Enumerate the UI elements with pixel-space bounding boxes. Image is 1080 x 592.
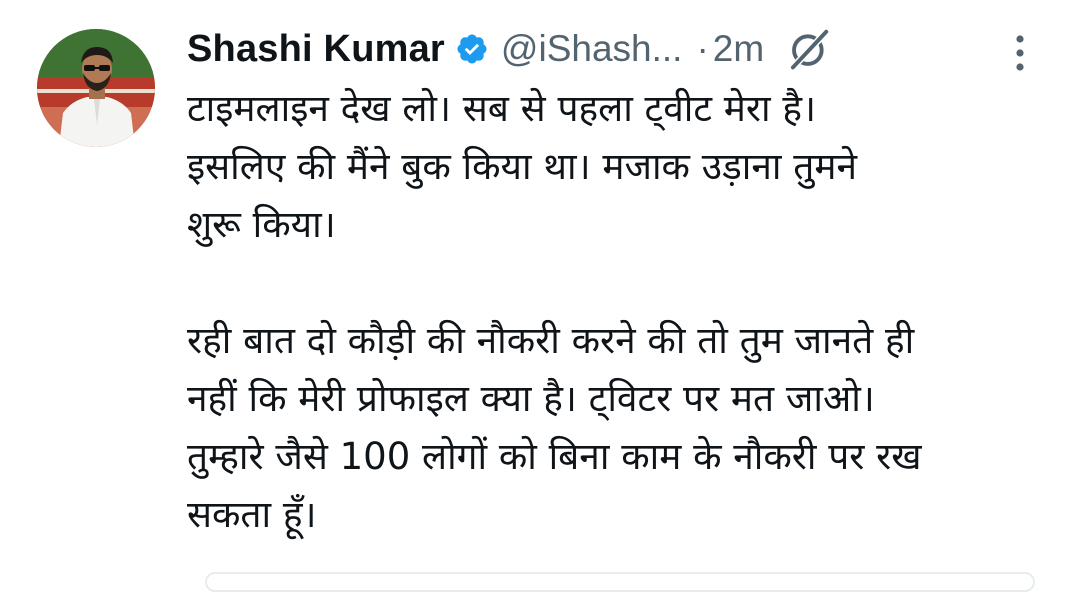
text-line: टाइमलाइन देख लो। सब से पहला ट्वीट मेरा ह… bbox=[187, 87, 817, 130]
tweet-paragraph-1: टाइमलाइन देख लो। सब से पहला ट्वीट मेरा ह… bbox=[187, 80, 1047, 254]
grok-icon[interactable] bbox=[786, 26, 832, 72]
text-line: सकता हूँ। bbox=[187, 493, 317, 536]
author-name[interactable]: Shashi Kumar bbox=[187, 28, 445, 71]
avatar-image bbox=[37, 29, 155, 147]
text-line: नहीं कि मेरी प्रोफाइल क्या है। ट्विटर पर… bbox=[187, 377, 875, 420]
text-line: शुरू किया। bbox=[187, 203, 336, 246]
tweet-paragraph-2: रही बात दो कौड़ी की नौकरी करने की तो तुम… bbox=[187, 312, 1047, 544]
tweet-header: Shashi Kumar @iShash... · 2m bbox=[187, 24, 1047, 74]
more-options-icon[interactable] bbox=[1007, 33, 1033, 73]
author-handle[interactable]: @iShash... bbox=[501, 28, 683, 70]
quoted-card-edge[interactable] bbox=[205, 572, 1035, 592]
text-line: रही बात दो कौड़ी की नौकरी करने की तो तुम… bbox=[187, 319, 915, 362]
separator-dot: · bbox=[696, 28, 709, 69]
tweet-text: टाइमलाइन देख लो। सब से पहला ट्वीट मेरा ह… bbox=[187, 80, 1047, 544]
text-line: तुम्हारे जैसे 100 लोगों को बिना काम के न… bbox=[187, 435, 922, 478]
verified-badge-icon bbox=[457, 34, 487, 64]
tweet[interactable]: Shashi Kumar @iShash... · 2m टाइमलाइन दे… bbox=[0, 0, 1080, 592]
timestamp[interactable]: 2m bbox=[713, 28, 764, 70]
avatar[interactable] bbox=[37, 29, 155, 147]
text-line: इसलिए की मैंने बुक किया था। मजाक उड़ाना … bbox=[187, 145, 857, 188]
